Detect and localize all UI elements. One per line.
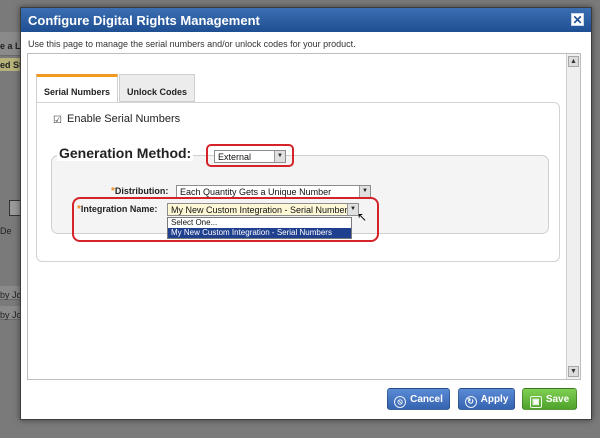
distribution-value: Each Quantity Gets a Unique Number [180,187,332,197]
background-text: ed St [0,60,22,70]
cancel-button[interactable]: ⦸ Cancel [387,388,450,410]
floppy-disk-icon: ▣ [529,396,542,408]
cancel-icon: ⦸ [394,396,407,408]
save-label: Save [545,394,570,405]
close-icon[interactable]: ✕ [571,13,584,26]
distribution-label: *Distribution: [111,186,168,197]
scroll-down-icon[interactable]: ▼ [568,366,579,377]
dialog-instructions: Use this page to manage the serial numbe… [28,39,356,49]
highlight-ring [72,197,379,242]
background-text: by Jo [0,310,22,320]
background-text: by Jo [0,290,22,300]
enable-serial-label: Enable Serial Numbers [67,113,181,125]
refresh-icon: ↻ [464,396,477,408]
generation-method-label: Generation Method: [57,145,194,161]
apply-label: Apply [480,394,509,405]
distribution-label-text: Distribution: [114,186,169,196]
apply-button[interactable]: ↻ Apply [458,388,515,410]
save-button[interactable]: ▣ Save [522,388,577,410]
scroll-up-icon[interactable]: ▲ [568,56,579,67]
highlight-ring [206,144,294,167]
background-text: e a L [0,41,21,51]
enable-serial-row[interactable]: ☑ Enable Serial Numbers [53,113,180,126]
cancel-label: Cancel [410,394,443,405]
content-frame: ▲ ▼ Serial Numbers Unlock Codes ☑ Enable … [27,53,581,380]
drm-dialog: Configure Digital Rights Management ✕ Us… [20,7,592,420]
chevron-down-icon: ▼ [359,186,370,197]
tab-serial-numbers[interactable]: Serial Numbers [36,74,118,102]
dialog-title: Configure Digital Rights Management [28,13,260,28]
mouse-pointer-icon: ↖ [357,210,368,224]
background-text: De [0,226,12,236]
dialog-titlebar: Configure Digital Rights Management ✕ [21,8,591,32]
tab-unlock-codes[interactable]: Unlock Codes [119,74,195,102]
vertical-scrollbar[interactable]: ▲ ▼ [566,54,580,379]
enable-serial-checkbox[interactable]: ☑ [53,116,63,126]
